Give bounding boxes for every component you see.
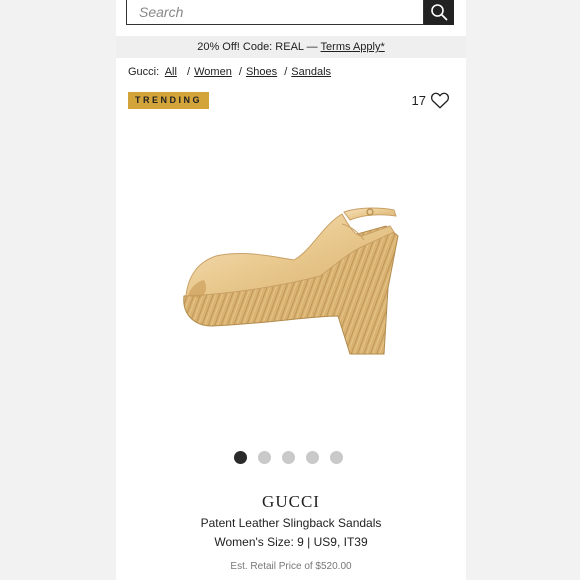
breadcrumb: Gucci: All / Women / Shoes / Sandals bbox=[128, 66, 331, 78]
breadcrumb-separator: / bbox=[238, 66, 242, 78]
promo-text: 20% Off! Code: REAL — bbox=[197, 41, 318, 53]
like-count: 17 bbox=[411, 92, 426, 108]
search-bar bbox=[126, 0, 454, 27]
search-input[interactable] bbox=[126, 0, 424, 25]
heart-outline-icon bbox=[430, 92, 450, 109]
product-title: Patent Leather Slingback Sandals bbox=[200, 516, 382, 530]
carousel-dot[interactable] bbox=[282, 451, 295, 464]
like-button[interactable]: 17 bbox=[412, 91, 450, 109]
trending-badge: TRENDING bbox=[128, 92, 209, 109]
product-image[interactable] bbox=[172, 196, 404, 366]
breadcrumb-all[interactable]: All bbox=[165, 66, 177, 78]
wedge-sandal-image bbox=[183, 207, 399, 355]
product-size: Women's Size: 9 | US9, IT39 bbox=[214, 535, 368, 549]
carousel-dot[interactable] bbox=[306, 451, 319, 464]
carousel-dot[interactable] bbox=[234, 451, 247, 464]
carousel-dot[interactable] bbox=[258, 451, 271, 464]
carousel-indicators bbox=[234, 451, 343, 464]
breadcrumb-separator: / bbox=[284, 66, 288, 78]
breadcrumb-prefix: Gucci: bbox=[128, 66, 160, 78]
terms-link[interactable]: Terms Apply* bbox=[321, 41, 385, 53]
breadcrumb-shoes[interactable]: Shoes bbox=[246, 66, 277, 78]
breadcrumb-sandals[interactable]: Sandals bbox=[291, 66, 331, 78]
product-page: 20% Off! Code: REAL — Terms Apply* Gucci… bbox=[116, 0, 466, 580]
promo-banner: 20% Off! Code: REAL — Terms Apply* bbox=[116, 36, 466, 58]
carousel-dot[interactable] bbox=[330, 451, 343, 464]
search-icon bbox=[431, 4, 448, 21]
breadcrumb-women[interactable]: Women bbox=[194, 66, 232, 78]
product-brand[interactable]: GUCCI bbox=[116, 492, 466, 512]
retail-price: Est. Retail Price of $520.00 bbox=[230, 561, 352, 572]
breadcrumb-separator: / bbox=[184, 66, 191, 78]
search-button[interactable] bbox=[424, 0, 454, 25]
